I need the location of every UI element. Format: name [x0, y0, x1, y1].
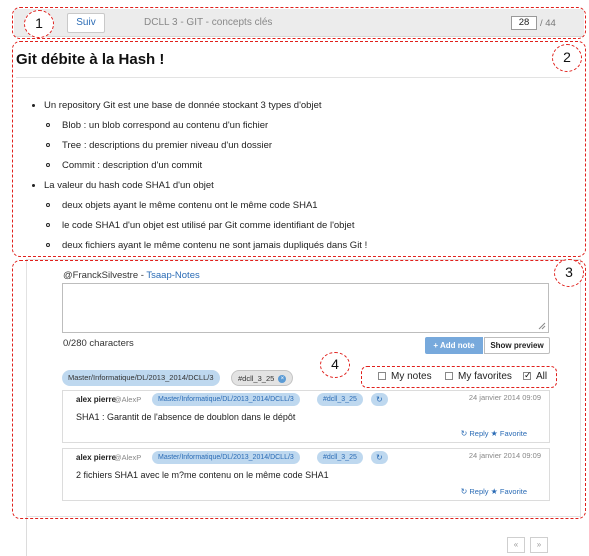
annotation-region-2 [12, 41, 586, 257]
callout-3: 3 [554, 259, 584, 287]
prev-page-button[interactable]: « [507, 537, 525, 553]
next-page-button[interactable]: » [530, 537, 548, 553]
annotation-region-3 [12, 260, 586, 519]
content-border [26, 517, 27, 556]
annotation-region-1 [12, 7, 586, 39]
callout-4: 4 [320, 352, 350, 378]
callout-2: 2 [552, 44, 582, 72]
annotation-region-4 [361, 366, 557, 388]
callout-1: 1 [24, 10, 54, 38]
